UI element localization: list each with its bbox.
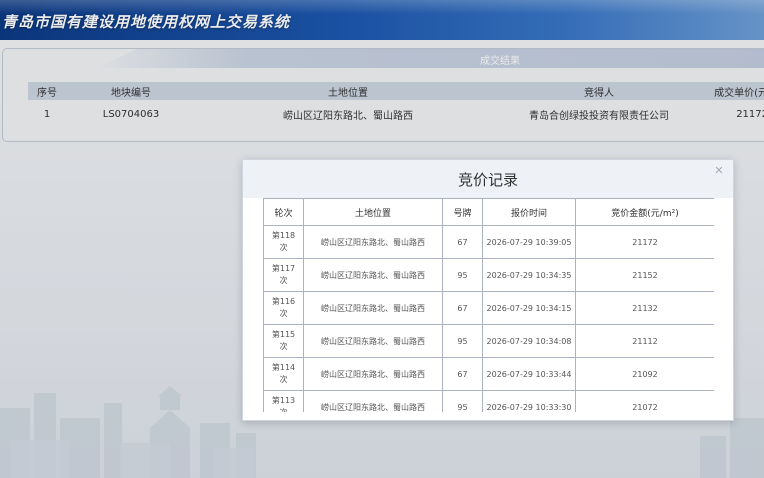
bid-table-scroll[interactable]: 轮次 土地位置 号牌 报价时间 竞价金额(元/m²) 第118 次崂山区辽阳东路北…: [263, 198, 714, 412]
bid-cell-round: 第115 次: [263, 324, 304, 358]
table-row: 第115 次 崂山区辽阳东路北、蜀山路西 95 2026-07-29 10:34:08 2…: [263, 324, 714, 358]
bid-cell-round-number: 第114: [271, 363, 296, 372]
bid-cell-amount: 21132: [575, 291, 714, 325]
bid-cell-round-unit: 次: [279, 243, 288, 252]
bid-cell-amount: 21172: [575, 225, 714, 259]
bid-cell-round-number: 第118: [271, 231, 296, 240]
modal-header: 竞价记录 ✕: [243, 160, 733, 198]
bid-table-header: 轮次 土地位置 号牌 报价时间 竞价金额(元/m²): [263, 198, 714, 226]
table-row: 第117 次 崂山区辽阳东路北、蜀山路西 95 2026-07-29 10:34:35 2…: [263, 258, 714, 292]
bid-cell-amount: 21152: [575, 258, 714, 292]
bid-cell-time: 2026-07-29 10:33:44: [482, 357, 576, 391]
bid-cell-plate: 67: [442, 225, 483, 259]
bid-cell-amount: 21072: [575, 390, 714, 412]
bid-col-round: 轮次: [263, 198, 304, 226]
bid-cell-round-unit: 次: [264, 407, 303, 412]
bid-cell-round: 第114 次: [263, 357, 304, 391]
bid-cell-round-unit: 次: [279, 342, 288, 351]
bid-cell-round-number: 第116: [271, 297, 296, 306]
bid-cell-plate: 67: [442, 357, 483, 391]
bid-cell-round: 第116 次: [263, 291, 304, 325]
bid-cell-amount: 21092: [575, 357, 714, 391]
table-row: 第116 次 崂山区辽阳东路北、蜀山路西 67 2026-07-29 10:34:15 2…: [263, 291, 714, 325]
bid-cell-time: 2026-07-29 10:33:30: [482, 390, 576, 412]
bid-cell-time: 2026-07-29 10:39:05: [482, 225, 576, 259]
bid-record-table: 轮次 土地位置 号牌 报价时间 竞价金额(元/m²) 第118 次崂山区辽阳东路北…: [263, 198, 714, 412]
modal-title: 竞价记录: [457, 171, 518, 189]
bid-cell-round-number: 第115: [271, 330, 296, 339]
bid-cell-location: 崂山区辽阳东路北、蜀山路西: [303, 225, 443, 259]
bid-cell-plate: 95: [442, 258, 483, 292]
bid-cell-time: 2026-07-29 10:34:15: [482, 291, 576, 325]
bid-cell-location: 崂山区辽阳东路北、蜀山路西: [303, 324, 443, 358]
table-row: 第114 次 崂山区辽阳东路北、蜀山路西 67 2026-07-29 10:33:44 2…: [263, 357, 714, 391]
bid-cell-plate: 67: [442, 291, 483, 325]
bid-cell-round: 第113 次: [263, 390, 304, 412]
close-icon[interactable]: ✕: [713, 165, 725, 177]
bid-cell-location: 崂山区辽阳东路北、蜀山路西: [303, 390, 443, 412]
bid-col-plate: 号牌: [442, 198, 483, 226]
table-row: 第118 次 崂山区辽阳东路北、蜀山路西 67 2026-07-29 10:39:05 2…: [263, 225, 714, 259]
bid-cell-round: 第118 次: [263, 225, 304, 259]
bid-record-modal: 竞价记录 ✕ 轮次 土地位置 号牌 报价时间 竞价金额(元/m²) 第118 次崂…: [242, 159, 734, 421]
bid-cell-location: 崂山区辽阳东路北、蜀山路西: [303, 357, 443, 391]
bid-cell-round-number: 第117: [271, 264, 296, 273]
bid-cell-time: 2026-07-29 10:34:35: [482, 258, 576, 292]
bid-col-location: 土地位置: [303, 198, 443, 226]
bid-cell-time: 2026-07-29 10:34:08: [482, 324, 576, 358]
bid-cell-round-unit: 次: [279, 375, 288, 384]
bid-cell-location: 崂山区辽阳东路北、蜀山路西: [303, 258, 443, 292]
bid-cell-round-unit: 次: [279, 276, 288, 285]
table-row: 第113 次崂山区辽阳东路北、蜀山路西952026-07-29 10:33:302…: [263, 390, 714, 412]
bid-cell-round-number: 第113: [271, 396, 296, 405]
bid-cell-plate: 95: [442, 390, 483, 412]
bid-cell-amount: 21112: [575, 324, 714, 358]
bid-cell-location: 崂山区辽阳东路北、蜀山路西: [303, 291, 443, 325]
bid-cell-round-unit: 次: [279, 309, 288, 318]
bid-col-amount: 竞价金额(元/m²): [575, 198, 714, 226]
bid-col-time: 报价时间: [482, 198, 576, 226]
bid-cell-round: 第117 次: [263, 258, 304, 292]
bid-cell-plate: 95: [442, 324, 483, 358]
